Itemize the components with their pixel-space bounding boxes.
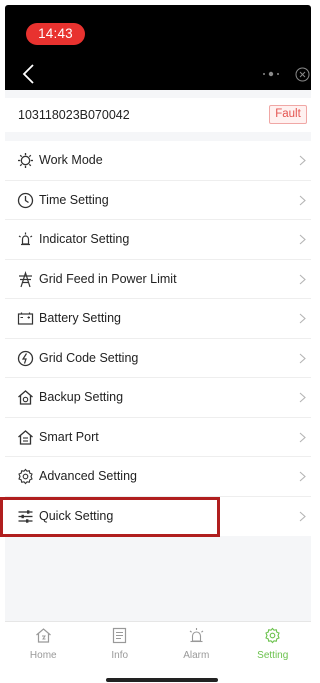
menu-item-advanced-setting[interactable]: Advanced Setting — [5, 457, 311, 497]
settings-menu: Work Mode Time Setting Indicator Setting… — [5, 141, 311, 536]
menu-item-label: Work Mode — [39, 153, 103, 167]
tab-label: Setting — [257, 650, 289, 661]
gear-outline-icon — [18, 153, 33, 168]
setting-gear-icon — [265, 627, 280, 644]
tab-alarm[interactable]: Alarm — [158, 622, 235, 669]
menu-item-grid-code-setting[interactable]: Grid Code Setting — [5, 339, 311, 378]
menu-item-label: Backup Setting — [39, 390, 124, 404]
chevron-right-icon — [299, 392, 306, 403]
chevron-right-icon — [299, 432, 306, 442]
menu-item-label: Grid Code Setting — [39, 350, 139, 365]
status-badge: Fault — [269, 105, 307, 124]
bottom-tab-bar: Home Info Alarm Setting — [5, 621, 311, 669]
chevron-right-icon — [299, 195, 306, 205]
indicator-icon — [18, 232, 33, 246]
smart-port-icon — [18, 429, 33, 445]
menu-item-label: Battery Setting — [39, 311, 121, 325]
back-arrow-icon[interactable] — [19, 62, 39, 86]
status-time: 14:43 — [26, 23, 85, 45]
menu-item-label: Indicator Setting — [39, 232, 130, 246]
tab-label: Home — [29, 650, 57, 661]
tab-label: Info — [111, 650, 129, 661]
menu-item-smart-port[interactable]: Smart Port — [5, 418, 311, 457]
chevron-right-icon — [299, 313, 306, 324]
menu-item-time-setting[interactable]: Time Setting — [5, 181, 311, 220]
menu-item-work-mode[interactable]: Work Mode — [5, 141, 311, 181]
chevron-right-icon — [299, 234, 306, 245]
chevron-right-icon — [299, 274, 306, 284]
grid-code-icon — [17, 350, 34, 366]
tab-label: Alarm — [183, 650, 210, 661]
top-bar: 14:43 — [5, 5, 311, 90]
tab-setting[interactable]: Setting — [235, 622, 312, 669]
info-doc-icon — [113, 627, 127, 644]
battery-icon — [17, 312, 34, 325]
clock-icon — [17, 192, 34, 208]
more-options-icon[interactable] — [260, 67, 282, 81]
close-icon[interactable] — [295, 67, 310, 82]
backup-house-icon — [18, 390, 33, 405]
menu-item-label: Smart Port — [39, 429, 99, 444]
settings-content: 103118023B070042 Fault Work Mode Time Se… — [5, 90, 311, 621]
menu-item-battery-setting[interactable]: Battery Setting — [5, 299, 311, 339]
advanced-gear-icon — [18, 468, 33, 485]
chevron-right-icon — [299, 155, 306, 166]
chevron-right-icon — [299, 511, 306, 521]
tab-info[interactable]: Info — [82, 622, 159, 669]
grid-tower-icon — [19, 270, 32, 287]
chevron-right-icon — [299, 471, 306, 482]
app-screen: 14:43 103118023B070042 Fault Work Mode T… — [0, 0, 316, 683]
alarm-icon — [189, 628, 204, 643]
menu-item-indicator-setting[interactable]: Indicator Setting — [5, 220, 311, 260]
home-icon — [35, 628, 51, 643]
menu-item-grid-feed-in-power-limit[interactable]: Grid Feed in Power Limit — [5, 260, 311, 299]
device-serial-row: 103118023B070042 Fault — [5, 98, 311, 132]
tab-home[interactable]: Home — [5, 622, 82, 669]
home-indicator — [106, 678, 218, 682]
menu-item-label: Advanced Setting — [39, 469, 137, 483]
menu-item-label: Time Setting — [39, 192, 109, 207]
device-serial: 103118023B070042 — [18, 108, 130, 122]
quick-setting-highlight-box — [0, 497, 220, 537]
menu-item-backup-setting[interactable]: Backup Setting — [5, 378, 311, 418]
chevron-right-icon — [299, 353, 306, 363]
menu-item-label: Grid Feed in Power Limit — [39, 271, 177, 286]
